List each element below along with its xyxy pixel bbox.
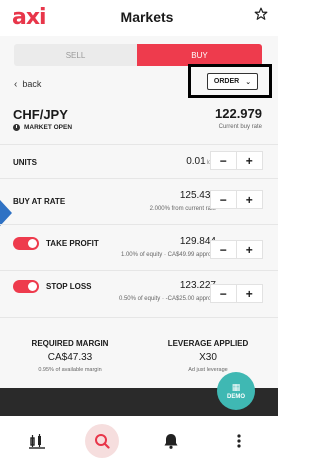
buy-at-rate-label: BUY AT RATE bbox=[13, 197, 66, 206]
instrument-pair: CHF/JPY bbox=[13, 107, 68, 122]
units-stepper: − + bbox=[210, 151, 263, 170]
app-header: axi Markets bbox=[0, 0, 294, 36]
divider bbox=[0, 144, 278, 145]
market-status: MARKET OPEN bbox=[13, 124, 72, 131]
back-link[interactable]: ‹ back bbox=[14, 79, 41, 90]
stop-loss-label: STOP LOSS bbox=[46, 282, 92, 291]
cube-icon: ▦ bbox=[231, 381, 241, 392]
sell-tab[interactable]: SELL bbox=[14, 44, 137, 66]
leverage-title: LEVERAGE APPLIED bbox=[167, 339, 249, 348]
sell-buy-toggle: SELL BUY bbox=[14, 44, 262, 66]
divider bbox=[0, 224, 278, 225]
buy-at-rate-sub: 2.000% from current rate bbox=[149, 206, 216, 212]
page-title: Markets bbox=[120, 9, 174, 25]
search-icon[interactable] bbox=[85, 424, 119, 458]
rate-increment-button[interactable]: + bbox=[237, 191, 262, 208]
stop-loss-decrement-button[interactable]: − bbox=[211, 285, 237, 302]
take-profit-sub: 1.00% of equity · CA$49.99 approx. bbox=[120, 252, 216, 258]
current-price: 122.979 bbox=[215, 106, 262, 121]
stop-loss-sub: 0.50% of equity · -CA$25.00 approx. bbox=[118, 296, 216, 302]
demo-label: DEMO bbox=[227, 393, 245, 400]
scrollbar[interactable] bbox=[278, 36, 294, 416]
clock-icon bbox=[13, 124, 20, 131]
bottom-tab-bar bbox=[0, 416, 294, 465]
demo-badge[interactable]: ▦ DEMO bbox=[217, 372, 255, 410]
stop-loss-increment-button[interactable]: + bbox=[237, 285, 262, 302]
chevron-left-icon: ‹ bbox=[14, 79, 18, 90]
buy-tab[interactable]: BUY bbox=[137, 44, 262, 66]
take-profit-toggle[interactable] bbox=[13, 237, 39, 250]
stop-loss-stepper: − + bbox=[210, 284, 263, 303]
take-profit-label: TAKE PROFIT bbox=[46, 239, 99, 248]
current-price-label: Current buy rate bbox=[218, 124, 262, 130]
take-profit-decrement-button[interactable]: − bbox=[211, 241, 237, 258]
take-profit-stepper: − + bbox=[210, 240, 263, 259]
stop-loss-toggle[interactable] bbox=[13, 280, 39, 293]
order-type-label: ORDER bbox=[213, 78, 240, 85]
required-margin-value: CA$47.33 bbox=[47, 352, 93, 363]
bell-icon[interactable] bbox=[154, 424, 188, 458]
market-status-label: MARKET OPEN bbox=[24, 124, 73, 131]
rate-decrement-button[interactable]: − bbox=[211, 191, 237, 208]
units-number: 0.01 bbox=[186, 156, 206, 167]
units-label: UNITS bbox=[13, 158, 37, 167]
star-icon[interactable] bbox=[254, 6, 268, 26]
leverage-value: X30 bbox=[199, 352, 217, 363]
chart-icon[interactable] bbox=[20, 424, 54, 458]
more-icon[interactable] bbox=[222, 424, 256, 458]
divider bbox=[0, 317, 278, 318]
order-type-dropdown[interactable]: ORDER ⌄ bbox=[207, 73, 258, 90]
units-decrement-button[interactable]: − bbox=[211, 152, 237, 169]
divider bbox=[0, 178, 278, 179]
adjust-leverage-link[interactable]: Ad just leverage bbox=[148, 367, 268, 373]
required-margin-sub: 0.95% of available margin bbox=[38, 367, 102, 373]
pointer-arrow-icon bbox=[0, 200, 12, 226]
take-profit-increment-button[interactable]: + bbox=[237, 241, 262, 258]
chevron-down-icon: ⌄ bbox=[245, 78, 252, 86]
back-label: back bbox=[22, 79, 42, 89]
divider bbox=[0, 270, 278, 271]
rate-stepper: − + bbox=[210, 190, 263, 209]
units-increment-button[interactable]: + bbox=[237, 152, 262, 169]
required-margin-title: REQUIRED MARGIN bbox=[31, 339, 109, 348]
